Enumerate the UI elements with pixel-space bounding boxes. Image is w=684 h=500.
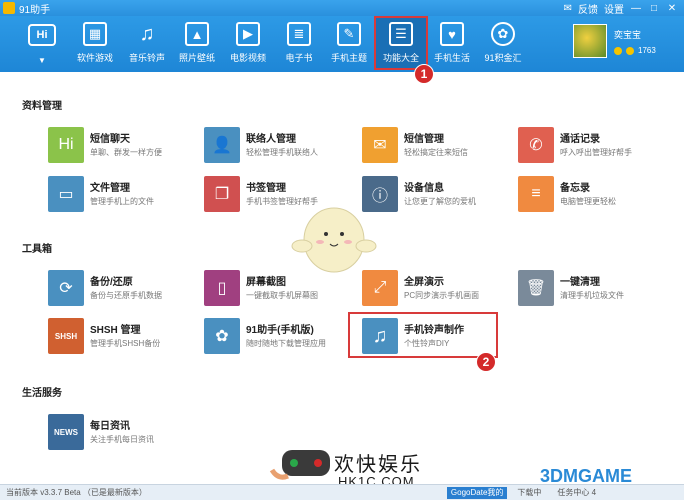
backup-icon: ⟳	[48, 270, 84, 306]
chevron-down-icon[interactable]: ▼	[38, 56, 46, 65]
version-text: 当前版本 v3.3.7 Beta （已是最新版本）	[6, 488, 147, 497]
feature-fullscreen-demo[interactable]: ⤢ 全屏演示 PC同步演示手机画面	[362, 270, 512, 310]
annotation-marker-2: 2	[476, 352, 496, 372]
feature-one-click-clean[interactable]: 🗑 一键清理 清理手机垃圾文件	[518, 270, 668, 310]
title-bar-controls: ✉ 反馈 设置 — □ ✕	[564, 1, 684, 16]
section-title-life: 生活服务	[22, 388, 62, 399]
folder-icon: ▭	[48, 176, 84, 212]
memo-icon: ≡	[518, 176, 554, 212]
trash-icon: 🗑	[518, 270, 554, 306]
app-title: 91助手	[19, 4, 51, 16]
toolbox-icon: ☰	[389, 22, 413, 46]
settings-link[interactable]: 设置	[604, 1, 624, 16]
status-bar: 当前版本 v3.3.7 Beta （已是最新版本） GogoDate我的 下载中…	[0, 484, 684, 500]
minimize-icon[interactable]: —	[630, 3, 642, 14]
bookmark-icon: ❐	[204, 176, 240, 212]
tab-photos-wallpapers[interactable]: ▲ 照片壁纸	[170, 22, 224, 70]
bag-icon: ♥	[440, 22, 464, 46]
feature-daily-news[interactable]: NEWS 每日资讯 关注手机每日资讯	[48, 414, 198, 454]
feature-memo[interactable]: ≡ 备忘录 电脑管理更轻松	[518, 176, 668, 216]
annotation-marker-1: 1	[414, 64, 434, 84]
section-title-tools: 工具箱	[22, 244, 52, 255]
task-center-link[interactable]: 任务中心 4	[557, 487, 596, 498]
news-icon: NEWS	[48, 414, 84, 450]
screenshot-icon: ▯	[204, 270, 240, 306]
tab-all-features[interactable]: ☰ 功能大全	[374, 16, 428, 70]
mascot-illustration	[291, 207, 377, 273]
film-icon: ▶	[236, 22, 260, 46]
app-logo-icon	[3, 2, 15, 14]
feature-file-manage[interactable]: ▭ 文件管理 管理手机上的文件	[48, 176, 198, 216]
tab-ebooks[interactable]: ≣ 电子书	[272, 22, 326, 70]
download-status[interactable]: 下载中	[517, 487, 541, 498]
medal-icon	[614, 46, 622, 55]
tab-91-points[interactable]: ✿ 91积金汇	[476, 22, 530, 70]
feature-device-info[interactable]: ⓘ 设备信息 让您更了解您的爱机	[362, 176, 512, 216]
phone-icon: ✆	[518, 127, 554, 163]
fullscreen-icon: ⤢	[362, 270, 398, 306]
feedback-link[interactable]: 反馈	[578, 1, 598, 16]
user-points: 1763	[614, 46, 656, 55]
feature-shsh-manage[interactable]: SHSH SHSH 管理 管理手机SHSH备份	[48, 318, 198, 358]
tab-phone-themes[interactable]: ✎ 手机主题	[322, 22, 376, 70]
feature-sms-manage[interactable]: ✉ 短信管理 轻松搞定往来短信	[362, 127, 512, 167]
91-icon: ✿	[204, 318, 240, 354]
tab-software-games[interactable]: ▦ 软件游戏	[68, 22, 122, 70]
photo-icon: ▲	[185, 22, 209, 46]
chat-icon: Hi	[48, 127, 84, 163]
ringtone-highlight-box	[348, 312, 498, 358]
grid-icon: ▦	[83, 22, 107, 46]
tab-movies-videos[interactable]: ▶ 电影视频	[221, 22, 275, 70]
maximize-icon[interactable]: □	[648, 3, 660, 14]
music-icon: ♫	[139, 22, 155, 45]
avatar[interactable]	[573, 24, 607, 58]
gold-coin-icon	[626, 46, 634, 55]
title-bar: 91助手 ✉ 反馈 设置 — □ ✕	[0, 0, 684, 16]
book-icon: ≣	[287, 22, 311, 46]
tab-phone-life[interactable]: ♥ 手机生活	[425, 22, 479, 70]
feature-screenshot[interactable]: ▯ 屏幕截图 一键截取手机屏幕图	[204, 270, 354, 310]
feature-91-mobile[interactable]: ✿ 91助手(手机版) 随时随地下载管理应用	[204, 318, 354, 358]
section-title-data: 资料管理	[22, 101, 62, 112]
contact-icon: 👤	[204, 127, 240, 163]
feature-backup-restore[interactable]: ⟳ 备份/还原 备份与还原手机数据	[48, 270, 198, 310]
shsh-icon: SHSH	[48, 318, 84, 354]
mail-icon: ✉	[362, 127, 398, 163]
main-toolbar: Hi ▼ ▦ 软件游戏 ♫ 音乐铃声 ▲ 照片壁纸 ▶ 电影视频 ≣ 电子书 ✎…	[0, 16, 684, 72]
feature-contacts[interactable]: 👤 联络人管理 轻松管理手机联络人	[204, 127, 354, 167]
mail-icon[interactable]: ✉	[564, 3, 572, 14]
feature-call-log[interactable]: ✆ 通话记录 呼入呼出管理好帮手	[518, 127, 668, 167]
feature-sms-chat[interactable]: Hi 短信聊天 单聊、群发一样方便	[48, 127, 198, 167]
watermark-text: 欢快娱乐	[334, 454, 422, 476]
tab-music-ringtones[interactable]: ♫ 音乐铃声	[120, 22, 174, 70]
theme-icon: ✎	[337, 22, 361, 46]
user-name[interactable]: 奕宝宝	[614, 28, 641, 41]
close-icon[interactable]: ✕	[666, 3, 678, 14]
coin-icon: ✿	[491, 22, 515, 46]
hi-chat-button[interactable]: Hi	[28, 24, 56, 46]
status-task-label[interactable]: GogoDate我的	[446, 486, 508, 499]
